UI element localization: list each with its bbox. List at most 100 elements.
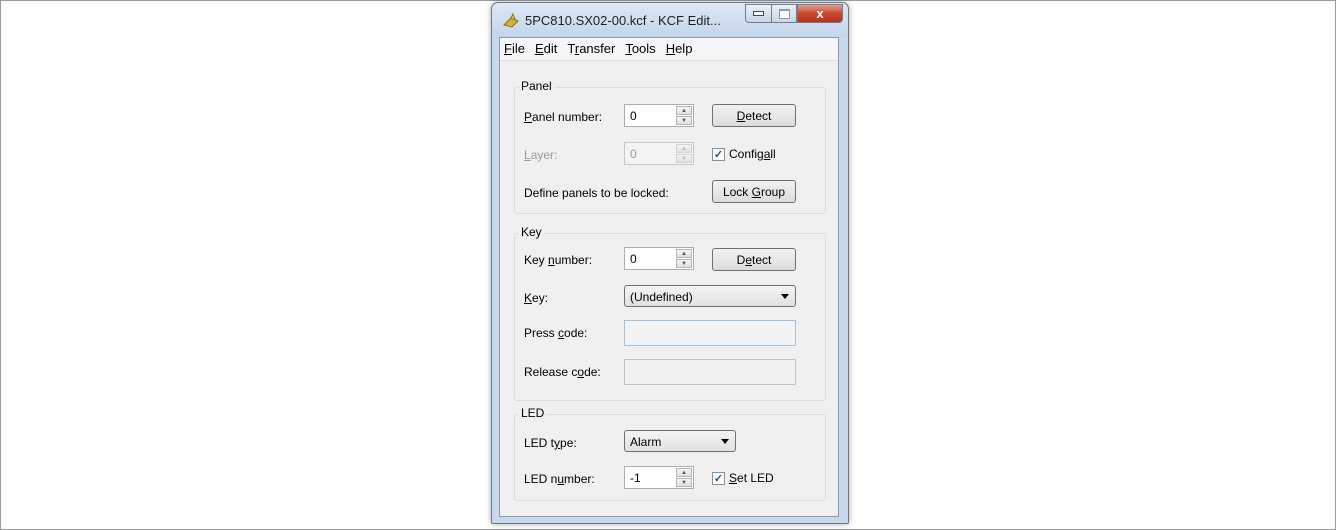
key-number-rest: umber: bbox=[554, 253, 593, 267]
layer-up-button[interactable]: ▲ bbox=[676, 144, 692, 153]
led-number-down-button[interactable]: ▼ bbox=[676, 478, 692, 487]
set-led-check-icon: ✓ bbox=[712, 471, 725, 485]
led-type-pre: LED t bbox=[524, 436, 555, 450]
close-icon: x bbox=[816, 6, 824, 21]
key-detect-rest: tect bbox=[752, 252, 772, 267]
led-group: LED LED type: Alarm LED number: -1 ▲ ▼ ✓… bbox=[514, 406, 826, 501]
set-led-checkbox[interactable]: ✓ Set LED bbox=[712, 471, 774, 485]
kcf-editor-window: 5PC810.SX02-00.kcf - KCF Edit... x File … bbox=[491, 2, 849, 524]
panel-number-up-button[interactable]: ▲ bbox=[676, 106, 692, 115]
key-label-rest: ey: bbox=[532, 291, 549, 305]
app-icon bbox=[503, 13, 519, 28]
key-number-value: 0 bbox=[630, 252, 637, 266]
layer-label-rest: ayer: bbox=[530, 148, 558, 162]
window-controls: x bbox=[745, 4, 843, 24]
layer-down-button[interactable]: ▼ bbox=[676, 154, 692, 163]
menu-transfer-pre: T bbox=[567, 41, 575, 56]
key-number-pre: Key bbox=[524, 253, 549, 267]
chevron-down-icon bbox=[781, 294, 789, 299]
layer-label: Layer: bbox=[524, 148, 557, 162]
led-number-up-button[interactable]: ▲ bbox=[676, 468, 692, 477]
lock-group-mnemonic: G bbox=[751, 184, 761, 199]
layer-label-mnemonic: L bbox=[524, 148, 531, 162]
key-label-mnemonic: K bbox=[524, 291, 533, 305]
key-label: Key: bbox=[524, 291, 548, 305]
menu-help[interactable]: Help bbox=[661, 38, 698, 60]
lock-group-button[interactable]: Lock Group bbox=[712, 180, 796, 203]
press-code-rest: ode: bbox=[564, 326, 588, 340]
minimize-icon bbox=[753, 11, 764, 16]
menu-file-mnemonic: F bbox=[504, 41, 512, 56]
led-type-select[interactable]: Alarm bbox=[624, 430, 736, 452]
menu-file-rest: ile bbox=[511, 41, 525, 56]
led-type-value: Alarm bbox=[630, 435, 662, 449]
press-code-field[interactable] bbox=[624, 320, 796, 346]
key-detect-pre: D bbox=[736, 252, 746, 267]
menu-tools[interactable]: Tools bbox=[620, 38, 660, 60]
led-number-spin-buttons: ▲ ▼ bbox=[676, 468, 692, 487]
lock-prompt-label: Define panels to be locked: bbox=[524, 186, 669, 200]
key-group-label: Key bbox=[519, 225, 544, 239]
panel-number-label-rest: anel number: bbox=[532, 110, 603, 124]
led-number-pre: LED n bbox=[524, 472, 558, 486]
set-led-mnemonic: S bbox=[729, 471, 738, 485]
menu-transfer-rest: ansfer bbox=[579, 41, 616, 56]
chevron-down-icon bbox=[721, 439, 729, 444]
release-code-label: Release code: bbox=[524, 365, 601, 379]
key-number-up-button[interactable]: ▲ bbox=[676, 249, 692, 258]
lock-group-pre: Lock bbox=[722, 184, 749, 199]
menu-edit-rest: dit bbox=[543, 41, 558, 56]
lock-group-rest: roup bbox=[761, 184, 786, 199]
key-select-value: (Undefined) bbox=[630, 290, 693, 304]
led-number-rest: mber: bbox=[564, 472, 595, 486]
config-all-rest: ll bbox=[770, 147, 776, 161]
key-detect-button[interactable]: De tect bbox=[712, 248, 796, 271]
panel-number-down-button[interactable]: ▼ bbox=[676, 116, 692, 125]
config-all-pre: Config bbox=[729, 147, 764, 161]
key-number-spinner[interactable]: 0 ▲ ▼ bbox=[624, 247, 694, 270]
menu-help-rest: elp bbox=[675, 41, 693, 56]
key-detect-mnemonic: e bbox=[745, 252, 752, 267]
menu-file[interactable]: File bbox=[500, 38, 530, 60]
menu-edit-mnemonic: E bbox=[534, 41, 544, 56]
press-code-label: Press code: bbox=[524, 326, 587, 340]
menu-edit[interactable]: Edit bbox=[530, 38, 562, 60]
panel-group: Panel Panel number: 0 ▲ ▼ Detect Layer: … bbox=[514, 79, 826, 214]
led-number-label: LED number: bbox=[524, 472, 595, 486]
menu-help-mnemonic: H bbox=[665, 41, 676, 56]
led-group-label: LED bbox=[519, 406, 547, 420]
key-number-down-button[interactable]: ▼ bbox=[676, 259, 692, 268]
panel-detect-button[interactable]: Detect bbox=[712, 104, 796, 127]
panel-number-spin-buttons: ▲ ▼ bbox=[676, 106, 692, 125]
panel-number-value: 0 bbox=[630, 109, 637, 123]
set-led-rest: et LED bbox=[737, 471, 774, 485]
led-type-label: LED type: bbox=[524, 436, 577, 450]
press-code-pre: Press bbox=[524, 326, 559, 340]
config-all-checkbox[interactable]: ✓ Config a ll bbox=[712, 147, 776, 161]
minimize-button[interactable] bbox=[745, 4, 771, 23]
key-select[interactable]: (Undefined) bbox=[624, 285, 796, 307]
panel-number-label-mnemonic: P bbox=[524, 110, 533, 124]
config-all-mnemonic: a bbox=[763, 147, 771, 161]
key-number-spin-buttons: ▲ ▼ bbox=[676, 249, 692, 268]
panel-number-spinner[interactable]: 0 ▲ ▼ bbox=[624, 104, 694, 127]
menu-transfer[interactable]: Transfer bbox=[562, 38, 620, 60]
led-type-rest: pe: bbox=[560, 436, 577, 450]
key-number-mnemonic: n bbox=[548, 253, 555, 267]
client-area: File Edit Transfer Tools Help Panel Pane… bbox=[499, 37, 839, 517]
panel-detect-mnemonic: D bbox=[736, 108, 746, 123]
layer-value: 0 bbox=[630, 147, 637, 161]
menu-tools-rest: ools bbox=[631, 41, 656, 56]
layer-spinner[interactable]: 0 ▲ ▼ bbox=[624, 142, 694, 165]
title-bar[interactable]: 5PC810.SX02-00.kcf - KCF Edit... x bbox=[492, 3, 848, 37]
maximize-button[interactable] bbox=[771, 4, 797, 23]
panel-group-label: Panel bbox=[519, 79, 554, 93]
close-button[interactable]: x bbox=[797, 4, 843, 23]
maximize-icon bbox=[778, 8, 790, 19]
release-code-field[interactable] bbox=[624, 359, 796, 385]
led-number-spinner[interactable]: -1 ▲ ▼ bbox=[624, 466, 694, 489]
panel-number-label: Panel number: bbox=[524, 110, 602, 124]
window-title: 5PC810.SX02-00.kcf - KCF Edit... bbox=[525, 13, 721, 28]
panel-detect-rest: etect bbox=[745, 108, 772, 123]
key-number-label: Key number: bbox=[524, 253, 592, 267]
